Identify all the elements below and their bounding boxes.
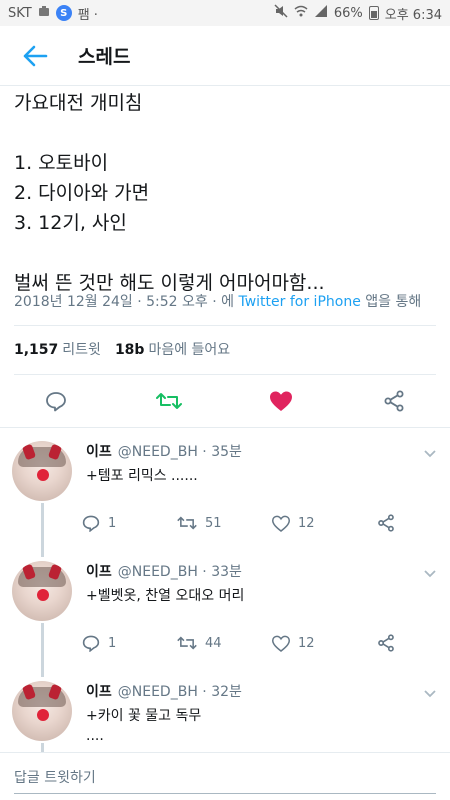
divider: [14, 325, 436, 326]
like-button[interactable]: [261, 381, 301, 421]
like-count: 12: [298, 515, 315, 531]
reply-icon: [46, 392, 67, 412]
retweet-button[interactable]: [149, 381, 189, 421]
reply-tweet[interactable]: 이프 @NEED_BH · 33분 +벨벳옷, 찬열 오대오 머리 1 44 12: [0, 548, 450, 668]
reply-icon: [82, 635, 100, 652]
tweet-actions: [0, 376, 450, 426]
reply-time: · 32분: [202, 684, 242, 700]
reply-composer[interactable]: 답글 트윗하기: [0, 752, 450, 800]
reply-icon: [82, 515, 100, 532]
reply-retweet-button[interactable]: 51: [177, 514, 272, 532]
tweet-line: 1. 오토바이: [14, 152, 109, 174]
tweet-stats: 1,157 리트윗 18b 마음에 들어요: [14, 339, 230, 359]
like-label: 마음에 들어요: [148, 342, 231, 358]
share-icon: [384, 390, 404, 412]
page-title: 스레드: [78, 46, 131, 68]
tweet-text: 가요대전 개미침 1. 오토바이 2. 다이아와 가면 3. 12기, 사인 벌…: [14, 88, 434, 298]
retweet-icon: [177, 636, 197, 650]
retweet-stat[interactable]: 1,157 리트윗: [14, 339, 101, 359]
reply-author-name[interactable]: 이프: [86, 684, 112, 700]
reply-text: +카이 꽃 물고 독무: [86, 708, 202, 724]
reply-share-button[interactable]: [377, 514, 395, 532]
reply-text-continued: ....: [86, 728, 104, 744]
tweet-date: 2018년 12월 24일 · 5:52 오후 · 에: [14, 294, 235, 310]
tweet-line: 3. 12기, 사인: [14, 212, 127, 234]
chevron-down-icon[interactable]: [422, 685, 438, 701]
battery-icon: [368, 6, 379, 20]
carrier-label: SKT: [8, 5, 32, 21]
reply-like-button[interactable]: 12: [272, 515, 367, 532]
reply-header: 이프 @NEED_BH · 33분: [86, 561, 242, 581]
status-bar: SKT S 팸 · 66% 오후 6:34: [0, 0, 450, 26]
clock: 오후 6:34: [384, 7, 442, 23]
divider: [14, 374, 436, 375]
chevron-down-icon[interactable]: [422, 445, 438, 461]
heart-icon: [272, 515, 290, 532]
tweet-line: 2. 다이아와 가면: [14, 182, 150, 204]
status-extra: 팸 ·: [77, 7, 98, 23]
reply-reply-button[interactable]: 1: [82, 514, 177, 532]
signal-icon: [314, 4, 328, 22]
chevron-down-icon[interactable]: [422, 565, 438, 581]
heart-icon: [272, 635, 290, 652]
reply-input-placeholder[interactable]: 답글 트윗하기: [14, 767, 96, 787]
reply-author-handle[interactable]: @NEED_BH: [118, 444, 198, 460]
retweet-count: 51: [205, 515, 222, 531]
reply-author-handle[interactable]: @NEED_BH: [118, 564, 198, 580]
tweet-source-link[interactable]: Twitter for iPhone: [238, 294, 360, 310]
reply-header: 이프 @NEED_BH · 35분: [86, 441, 242, 461]
back-arrow-icon: [23, 45, 48, 66]
reply-tweet[interactable]: 이프 @NEED_BH · 32분 +카이 꽃 물고 독무 ....: [0, 668, 450, 752]
heart-filled-icon: [270, 391, 293, 411]
reply-button[interactable]: [36, 381, 76, 421]
app-s-icon: S: [55, 5, 72, 21]
reply-like-button[interactable]: 12: [272, 635, 367, 652]
retweet-count: 44: [205, 635, 222, 651]
reply-input-underline: [14, 793, 436, 794]
retweet-count: 1,157: [14, 342, 59, 358]
like-count: 12: [298, 635, 315, 651]
retweet-label: 리트윗: [62, 342, 101, 358]
reply-tweet[interactable]: 이프 @NEED_BH · 35분 +템포 리믹스 ...... 1 51 12: [0, 428, 450, 548]
reply-text: +벨벳옷, 찬열 오대오 머리: [86, 588, 245, 604]
share-icon: [378, 514, 394, 532]
reply-time: · 35분: [202, 444, 242, 460]
reply-share-button[interactable]: [377, 634, 395, 652]
share-icon: [378, 634, 394, 652]
share-button[interactable]: [374, 381, 414, 421]
tweet-meta: 2018년 12월 24일 · 5:52 오후 · 에 Twitter for …: [14, 291, 421, 311]
tweet-line: 가요대전 개미침: [14, 92, 143, 114]
back-button[interactable]: [0, 26, 70, 86]
reply-reply-button[interactable]: 1: [82, 634, 177, 652]
reply-count: 1: [108, 515, 117, 531]
avatar[interactable]: [12, 681, 72, 741]
retweet-icon: [177, 516, 197, 530]
notification-icon: [38, 5, 50, 21]
tweet-source-suffix: 앱을 통해: [365, 294, 422, 310]
reply-header: 이프 @NEED_BH · 32분: [86, 681, 242, 701]
avatar[interactable]: [12, 561, 72, 621]
avatar[interactable]: [12, 441, 72, 501]
retweet-icon: [155, 393, 182, 409]
app-header: 스레드: [0, 26, 450, 86]
wifi-icon: [294, 4, 308, 22]
reply-count: 1: [108, 635, 117, 651]
reply-author-name[interactable]: 이프: [86, 564, 112, 580]
reply-author-name[interactable]: 이프: [86, 444, 112, 460]
mute-icon: [274, 4, 288, 22]
like-count: 18b: [114, 342, 145, 358]
reply-retweet-button[interactable]: 44: [177, 634, 272, 652]
reply-time: · 33분: [202, 564, 242, 580]
reply-actions: 1 51 12: [82, 514, 402, 532]
like-stat[interactable]: 18b 마음에 들어요: [115, 339, 230, 359]
reply-text: +템포 리믹스 ......: [86, 468, 198, 484]
reply-author-handle[interactable]: @NEED_BH: [118, 684, 198, 700]
reply-actions: 1 44 12: [82, 634, 402, 652]
battery-percent: 66%: [333, 5, 363, 21]
